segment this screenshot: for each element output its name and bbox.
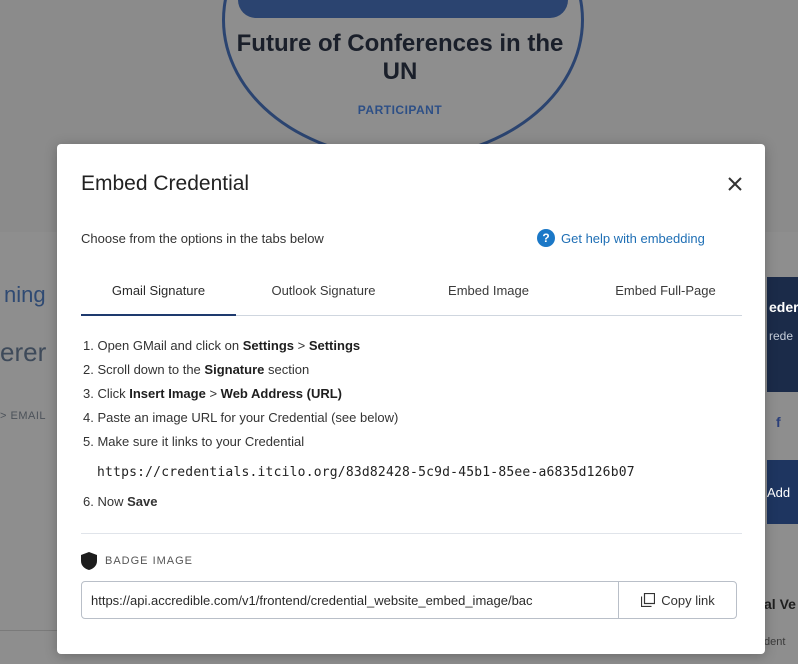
step-3-bold-1: Insert Image xyxy=(129,386,206,401)
step-1-text: 1. Open GMail and click on xyxy=(83,338,243,353)
step-1-bold-1: Settings xyxy=(242,338,294,353)
step-2-text: 2. Scroll down to the xyxy=(83,362,205,377)
step-3-text: 3. Click xyxy=(83,386,130,401)
shield-icon xyxy=(81,552,97,570)
step-4: 4. Paste an image URL for your Credentia… xyxy=(83,410,399,425)
badge-title: Future of Conferences in the UN xyxy=(236,30,564,85)
step-2-suffix: section xyxy=(264,362,310,377)
badge-image-label: BADGE IMAGE xyxy=(81,552,193,570)
embed-credential-dialog: Embed Credential Choose from the options… xyxy=(57,144,765,654)
bg-panel-sub: rede xyxy=(769,329,794,343)
tab-embed-image[interactable]: Embed Image xyxy=(416,272,561,314)
step-1: 1. Open GMail and click on Settings > Se… xyxy=(83,334,743,358)
step-1-bold-2: Settings xyxy=(308,338,361,353)
section-divider xyxy=(81,533,742,534)
bg-add-label: Add xyxy=(767,485,791,500)
image-url-input[interactable] xyxy=(83,583,613,617)
help-embedding-link[interactable]: ? Get help with embedding xyxy=(537,229,705,247)
bg-conference-text: erer xyxy=(0,337,47,367)
bg-email-link: > EMAIL xyxy=(0,410,46,422)
instruction-steps: 1. Open GMail and click on Settings > Se… xyxy=(83,334,743,509)
bg-verification-title: al Ve xyxy=(764,596,796,612)
bg-credential-panel: eder rede xyxy=(767,277,798,394)
bg-training-text: ning xyxy=(4,282,46,307)
bg-divider xyxy=(0,630,60,631)
dialog-subtitle: Choose from the options in the tabs belo… xyxy=(81,231,324,246)
badge-ribbon xyxy=(238,0,568,18)
step-2-bold: Signature xyxy=(204,362,265,377)
question-icon[interactable]: ? xyxy=(537,229,555,247)
step-1-sep: > xyxy=(294,338,309,353)
close-button[interactable] xyxy=(725,174,745,194)
step-3: 3. Click Insert Image > Web Address (URL… xyxy=(83,382,743,406)
copy-link-button[interactable]: Copy link xyxy=(618,582,737,618)
bg-facebook-share: f xyxy=(767,392,798,448)
embed-tabs: Gmail Signature Outlook Signature Embed … xyxy=(81,272,742,316)
step-3-bold-2: Web Address (URL) xyxy=(220,386,342,401)
step-6-bold: Save xyxy=(127,494,158,509)
tab-embed-full-page[interactable]: Embed Full-Page xyxy=(589,272,742,314)
bg-credential-text: dent xyxy=(764,636,786,648)
step-6-text: 6. Now xyxy=(83,494,128,509)
step-3-sep: > xyxy=(205,386,221,401)
badge-image-label-text: BADGE IMAGE xyxy=(105,555,194,567)
badge-role: PARTICIPANT xyxy=(357,103,443,117)
credential-url: https://credentials.itcilo.org/83d82428-… xyxy=(97,465,635,480)
dialog-title: Embed Credential xyxy=(81,172,250,195)
tab-gmail-signature[interactable]: Gmail Signature xyxy=(81,272,236,316)
facebook-icon: f xyxy=(776,414,781,430)
tab-outlook-signature[interactable]: Outlook Signature xyxy=(251,272,396,314)
step-6: 6. Now Save xyxy=(83,490,157,514)
copy-link-label[interactable]: Copy link xyxy=(661,593,714,608)
help-link-text[interactable]: Get help with embedding xyxy=(561,231,705,246)
image-url-field: Copy link xyxy=(81,581,737,619)
close-icon[interactable] xyxy=(725,174,745,194)
step-2: 2. Scroll down to the Signature section xyxy=(83,358,743,382)
bg-panel-title: eder xyxy=(769,299,798,315)
bg-add-button: Add xyxy=(767,460,798,524)
step-5: 5. Make sure it links to your Credential xyxy=(83,434,305,449)
copy-icon[interactable] xyxy=(641,593,656,607)
